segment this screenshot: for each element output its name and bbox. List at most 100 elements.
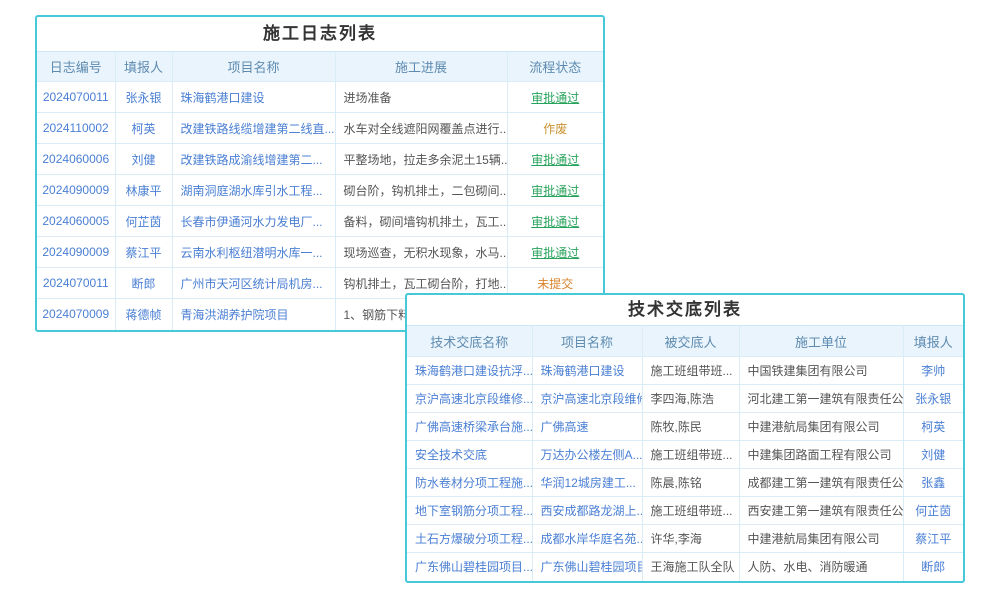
reporter-cell[interactable]: 柯英	[115, 113, 172, 144]
log-id-cell[interactable]: 2024060006	[37, 144, 115, 175]
construction-log-table: 日志编号 填报人 项目名称 施工进展 流程状态 2024070011张永银珠海鹤…	[37, 51, 603, 330]
project-name-cell[interactable]: 改建铁路成渝线增建第二...	[172, 144, 335, 175]
project-name-cell[interactable]: 云南水利枢纽潜明水库一...	[172, 237, 335, 268]
progress-cell: 现场巡查，无积水现象，水马...	[335, 237, 507, 268]
disclosure-name-cell[interactable]: 京沪高速北京段维修...	[407, 385, 532, 413]
table-row: 珠海鹤港口建设抗浮...珠海鹤港口建设施工班组带班...中国铁建集团有限公司李帅	[407, 357, 963, 385]
table-row: 2024090009林康平湖南洞庭湖水库引水工程...砌台阶，钩机排土，二包砌间…	[37, 175, 603, 206]
log-id-cell[interactable]: 2024090009	[37, 237, 115, 268]
reporter-cell[interactable]: 蔡江平	[903, 525, 963, 553]
log-id-cell[interactable]: 2024110002	[37, 113, 115, 144]
reporter-cell[interactable]: 林康平	[115, 175, 172, 206]
column-header-project: 项目名称	[172, 52, 335, 82]
unit-cell: 西安建工第一建筑有限责任公司	[739, 497, 903, 525]
log-id-cell[interactable]: 2024070011	[37, 268, 115, 299]
disclosure-name-cell[interactable]: 土石方爆破分项工程...	[407, 525, 532, 553]
project-name-cell[interactable]: 成都水岸华庭名苑...	[532, 525, 642, 553]
unit-cell: 成都建工第一建筑有限责任公司	[739, 469, 903, 497]
project-name-cell[interactable]: 湖南洞庭湖水库引水工程...	[172, 175, 335, 206]
reporter-cell[interactable]: 李帅	[903, 357, 963, 385]
progress-cell: 平整场地，拉走多余泥土15辆...	[335, 144, 507, 175]
status-cell[interactable]: 审批通过	[507, 237, 603, 268]
recipient-cell: 施工班组带班...	[642, 497, 739, 525]
table-row: 京沪高速北京段维修...京沪高速北京段维修李四海,陈浩河北建工第一建筑有限责任公…	[407, 385, 963, 413]
status-cell[interactable]: 作废	[507, 113, 603, 144]
recipient-cell: 李四海,陈浩	[642, 385, 739, 413]
disclosure-name-cell[interactable]: 防水卷材分项工程施...	[407, 469, 532, 497]
panel-title: 施工日志列表	[37, 17, 603, 51]
reporter-cell[interactable]: 刘健	[115, 144, 172, 175]
table-row: 防水卷材分项工程施...华润12城房建工...陈晨,陈铭成都建工第一建筑有限责任…	[407, 469, 963, 497]
column-header-reporter: 填报人	[115, 52, 172, 82]
status-cell[interactable]: 审批通过	[507, 82, 603, 113]
progress-cell: 水车对全线遮阳网覆盖点进行...	[335, 113, 507, 144]
reporter-cell[interactable]: 何芷茵	[115, 206, 172, 237]
progress-cell: 备料，砌间墙钩机排土，瓦工...	[335, 206, 507, 237]
table-header-row: 日志编号 填报人 项目名称 施工进展 流程状态	[37, 52, 603, 82]
column-header-status: 流程状态	[507, 52, 603, 82]
column-header-recipient: 被交底人	[642, 326, 739, 357]
project-name-cell[interactable]: 广佛高速	[532, 413, 642, 441]
project-name-cell[interactable]: 改建铁路线缆增建第二线直...	[172, 113, 335, 144]
table-row: 2024090009蔡江平云南水利枢纽潜明水库一...现场巡查，无积水现象，水马…	[37, 237, 603, 268]
unit-cell: 中建港航局集团有限公司	[739, 413, 903, 441]
disclosure-name-cell[interactable]: 地下室钢筋分项工程...	[407, 497, 532, 525]
project-name-cell[interactable]: 青海洪湖养护院项目	[172, 299, 335, 330]
unit-cell: 中建集团路面工程有限公司	[739, 441, 903, 469]
recipient-cell: 施工班组带班...	[642, 441, 739, 469]
column-header-unit: 施工单位	[739, 326, 903, 357]
reporter-cell[interactable]: 何芷茵	[903, 497, 963, 525]
reporter-cell[interactable]: 张永银	[903, 385, 963, 413]
log-id-cell[interactable]: 2024070009	[37, 299, 115, 330]
reporter-cell[interactable]: 张永银	[115, 82, 172, 113]
reporter-cell[interactable]: 断郎	[903, 553, 963, 581]
column-header-project: 项目名称	[532, 326, 642, 357]
reporter-cell[interactable]: 刘健	[903, 441, 963, 469]
disclosure-name-cell[interactable]: 珠海鹤港口建设抗浮...	[407, 357, 532, 385]
unit-cell: 河北建工第一建筑有限责任公司	[739, 385, 903, 413]
column-header-disclosure-name: 技术交底名称	[407, 326, 532, 357]
reporter-cell[interactable]: 柯英	[903, 413, 963, 441]
status-cell[interactable]: 审批通过	[507, 144, 603, 175]
table-header-row: 技术交底名称 项目名称 被交底人 施工单位 填报人	[407, 326, 963, 357]
reporter-cell[interactable]: 蒋德帧	[115, 299, 172, 330]
tech-disclosure-table: 技术交底名称 项目名称 被交底人 施工单位 填报人 珠海鹤港口建设抗浮...珠海…	[407, 325, 963, 581]
project-name-cell[interactable]: 珠海鹤港口建设	[532, 357, 642, 385]
reporter-cell[interactable]: 蔡江平	[115, 237, 172, 268]
table-row: 2024060006刘健改建铁路成渝线增建第二...平整场地，拉走多余泥土15辆…	[37, 144, 603, 175]
log-id-cell[interactable]: 2024090009	[37, 175, 115, 206]
project-name-cell[interactable]: 广州市天河区统计局机房...	[172, 268, 335, 299]
table-row: 2024060005何芷茵长春市伊通河水力发电厂...备料，砌间墙钩机排土，瓦工…	[37, 206, 603, 237]
status-cell[interactable]: 审批通过	[507, 175, 603, 206]
project-name-cell[interactable]: 广东佛山碧桂园项目	[532, 553, 642, 581]
log-id-cell[interactable]: 2024070011	[37, 82, 115, 113]
disclosure-name-cell[interactable]: 安全技术交底	[407, 441, 532, 469]
progress-cell: 砌台阶，钩机排土，二包砌间...	[335, 175, 507, 206]
unit-cell: 中建港航局集团有限公司	[739, 525, 903, 553]
project-name-cell[interactable]: 长春市伊通河水力发电厂...	[172, 206, 335, 237]
disclosure-name-cell[interactable]: 广佛高速桥梁承台施...	[407, 413, 532, 441]
project-name-cell[interactable]: 西安成都路龙湖上...	[532, 497, 642, 525]
table-row: 2024110002柯英改建铁路线缆增建第二线直...水车对全线遮阳网覆盖点进行…	[37, 113, 603, 144]
recipient-cell: 施工班组带班...	[642, 357, 739, 385]
project-name-cell[interactable]: 华润12城房建工...	[532, 469, 642, 497]
project-name-cell[interactable]: 珠海鹤港口建设	[172, 82, 335, 113]
table-row: 广佛高速桥梁承台施...广佛高速陈牧,陈民中建港航局集团有限公司柯英	[407, 413, 963, 441]
construction-log-panel: 施工日志列表 日志编号 填报人 项目名称 施工进展 流程状态 202407001…	[35, 15, 605, 332]
recipient-cell: 陈晨,陈铭	[642, 469, 739, 497]
status-cell[interactable]: 审批通过	[507, 206, 603, 237]
reporter-cell[interactable]: 断郎	[115, 268, 172, 299]
unit-cell: 人防、水电、消防暖通	[739, 553, 903, 581]
log-id-cell[interactable]: 2024060005	[37, 206, 115, 237]
recipient-cell: 王海施工队全队	[642, 553, 739, 581]
table-row: 土石方爆破分项工程...成都水岸华庭名苑...许华,李海中建港航局集团有限公司蔡…	[407, 525, 963, 553]
reporter-cell[interactable]: 张鑫	[903, 469, 963, 497]
recipient-cell: 许华,李海	[642, 525, 739, 553]
panel-title: 技术交底列表	[407, 295, 963, 325]
column-header-log-id: 日志编号	[37, 52, 115, 82]
project-name-cell[interactable]: 京沪高速北京段维修	[532, 385, 642, 413]
tech-disclosure-panel: 技术交底列表 技术交底名称 项目名称 被交底人 施工单位 填报人 珠海鹤港口建设…	[405, 293, 965, 583]
table-row: 2024070011张永银珠海鹤港口建设进场准备审批通过	[37, 82, 603, 113]
disclosure-name-cell[interactable]: 广东佛山碧桂园项目...	[407, 553, 532, 581]
project-name-cell[interactable]: 万达办公楼左侧A...	[532, 441, 642, 469]
